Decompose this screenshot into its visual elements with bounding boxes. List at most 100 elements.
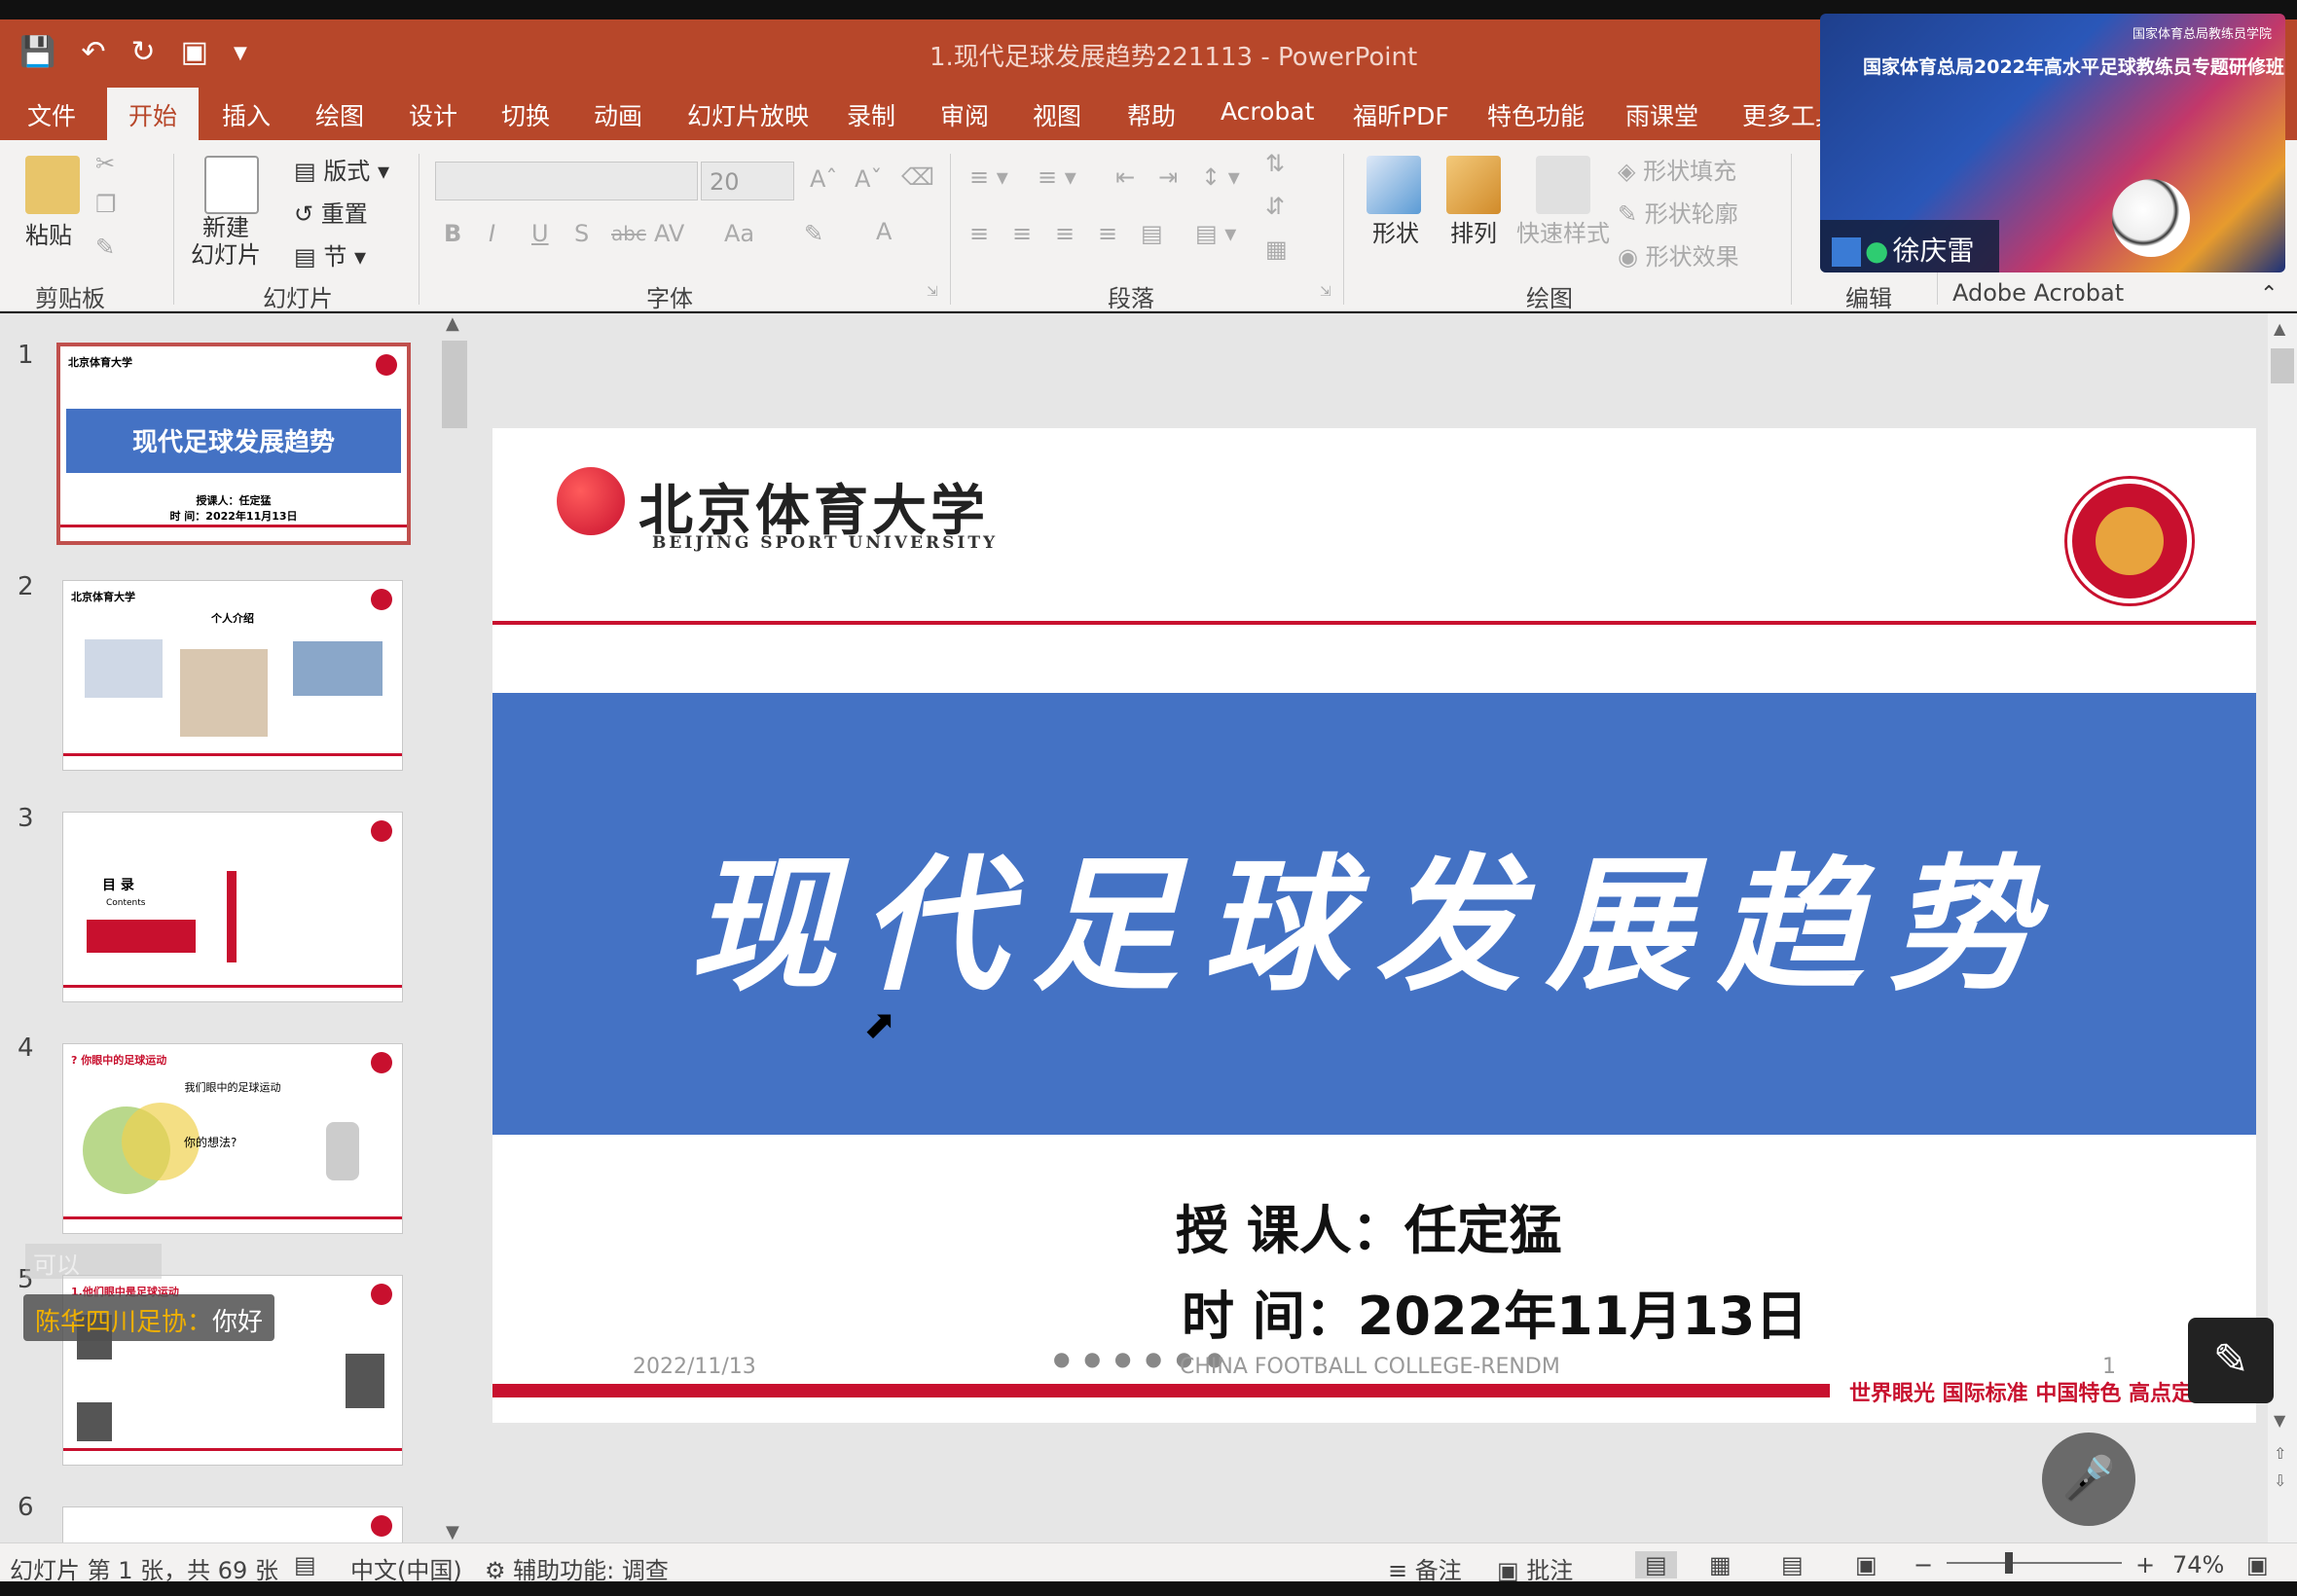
new-slide-icon[interactable]	[204, 156, 259, 214]
scroll-up-icon[interactable]: ▲	[446, 313, 459, 334]
reading-view-icon[interactable]: ▤	[1781, 1551, 1804, 1578]
shape-effects-button[interactable]: ◉ 形状效果	[1618, 237, 1739, 272]
menu-view[interactable]: 视图	[1033, 97, 1081, 132]
zoom-slider-knob[interactable]	[2005, 1552, 2013, 1574]
menu-file[interactable]: 文件	[27, 97, 76, 132]
strikethrough-button[interactable]: abc	[611, 222, 646, 245]
thumbnail-scrollbar[interactable]: ▲ ▼	[438, 313, 471, 1542]
spellcheck-icon[interactable]: ▤	[294, 1551, 316, 1578]
menu-features[interactable]: 特色功能	[1487, 97, 1585, 132]
paste-icon[interactable]	[25, 156, 80, 214]
align-text-icon[interactable]: ⇵	[1265, 193, 1285, 220]
present-icon[interactable]: ▣	[181, 35, 208, 69]
language-indicator[interactable]: 中文(中国)	[350, 1551, 462, 1585]
comments-button[interactable]: ▣ 批注	[1497, 1551, 1573, 1585]
shape-outline-button[interactable]: ✎ 形状轮廓	[1618, 195, 1738, 229]
dialog-launcher-icon[interactable]: ⇲	[1320, 284, 1331, 300]
collapse-ribbon-icon[interactable]: ⌃	[2260, 282, 2278, 307]
dialog-launcher-icon[interactable]: ⇲	[927, 284, 938, 300]
new-slide-button[interactable]: 新建 幻灯片	[191, 214, 261, 269]
increase-indent-icon[interactable]: ⇥	[1158, 163, 1178, 191]
align-center-icon[interactable]: ≡	[1012, 220, 1032, 247]
text-direction-icon[interactable]: ⇅	[1265, 150, 1285, 177]
format-painter-icon[interactable]: ✎	[95, 234, 115, 261]
menu-home[interactable]: 开始	[107, 88, 200, 140]
redo-icon[interactable]: ↻	[131, 35, 156, 69]
font-size-select[interactable]: 20	[701, 162, 794, 200]
line-spacing-icon[interactable]: ↕ ▾	[1201, 163, 1240, 191]
clear-format-icon[interactable]: ⌫	[901, 163, 934, 191]
quick-styles-button[interactable]: 快速样式	[1516, 214, 1610, 248]
highlight-icon[interactable]: ✎	[804, 220, 823, 247]
menu-transitions[interactable]: 切换	[501, 97, 550, 132]
zoom-slider-track[interactable]	[1947, 1562, 2122, 1564]
zoom-out-icon[interactable]: −	[1914, 1551, 1933, 1578]
video-overlay[interactable]: 国家体育总局教练员学院 国家体育总局2022年高水平足球教练员专题研修班 ● 徐庆…	[1820, 14, 2285, 272]
numbering-icon[interactable]: ≡ ▾	[1038, 163, 1076, 191]
slide-thumbnail-4[interactable]: ? 你眼中的足球运动 我们眼中的足球运动 你的想法?	[62, 1043, 403, 1234]
shapes-icon[interactable]	[1367, 156, 1421, 214]
paste-button[interactable]: 粘贴	[25, 216, 72, 250]
scrollbar-thumb[interactable]	[2271, 348, 2294, 383]
bold-button[interactable]: B	[444, 220, 461, 247]
menu-rain-classroom[interactable]: 雨课堂	[1625, 97, 1698, 132]
menu-acrobat[interactable]: Acrobat	[1221, 97, 1314, 126]
current-slide[interactable]: 北京体育大学 BEIJING SPORT UNIVERSITY 现代足球发展趋势…	[492, 428, 2256, 1423]
next-slide-icon[interactable]: ⇩	[2274, 1471, 2286, 1490]
zoom-level[interactable]: 74%	[2172, 1551, 2224, 1578]
menu-foxit-pdf[interactable]: 福昕PDF	[1353, 97, 1449, 132]
distribute-icon[interactable]: ▤	[1141, 220, 1163, 247]
scroll-up-icon[interactable]: ▲	[2274, 319, 2285, 338]
slide-thumbnail-1[interactable]: 北京体育大学 现代足球发展趋势 授课人：任定猛 时 间：2022年11月13日	[56, 343, 411, 545]
underline-button[interactable]: U	[531, 220, 549, 247]
shapes-button[interactable]: 形状	[1372, 214, 1419, 248]
quick-styles-icon[interactable]	[1536, 156, 1590, 214]
decrease-indent-icon[interactable]: ⇤	[1115, 163, 1135, 191]
customize-icon[interactable]: ▼	[234, 35, 247, 69]
copy-icon[interactable]: ❐	[95, 191, 117, 218]
menu-help[interactable]: 帮助	[1127, 97, 1176, 132]
section-button[interactable]: ▤ 节 ▾	[294, 237, 366, 272]
menu-slideshow[interactable]: 幻灯片放映	[687, 97, 809, 132]
grow-font-icon[interactable]: Aˆ	[810, 165, 837, 193]
scroll-down-icon[interactable]: ▼	[446, 1522, 459, 1542]
scrollbar-thumb[interactable]	[442, 341, 467, 428]
slide-sorter-icon[interactable]: ▦	[1709, 1551, 1732, 1578]
arrange-button[interactable]: 排列	[1450, 214, 1497, 248]
smartart-icon[interactable]: ▦	[1265, 236, 1288, 263]
font-family-select[interactable]	[435, 162, 698, 200]
scroll-down-icon[interactable]: ▼	[2274, 1411, 2285, 1430]
annotate-button[interactable]: ✎	[2188, 1318, 2274, 1403]
shadow-button[interactable]: S	[574, 220, 589, 247]
normal-view-icon[interactable]: ▤	[1635, 1551, 1677, 1578]
menu-review[interactable]: 审阅	[940, 97, 989, 132]
undo-icon[interactable]: ↶	[81, 35, 105, 69]
prev-slide-icon[interactable]: ⇧	[2274, 1444, 2286, 1463]
save-icon[interactable]: 💾	[19, 35, 55, 69]
shape-fill-button[interactable]: ◈ 形状填充	[1618, 152, 1736, 186]
cut-icon[interactable]: ✂	[95, 150, 115, 177]
menu-animations[interactable]: 动画	[594, 97, 642, 132]
font-color-button[interactable]: A	[876, 218, 892, 245]
align-left-icon[interactable]: ≡	[969, 220, 989, 247]
menu-draw[interactable]: 绘图	[315, 97, 364, 132]
slide-thumbnail-6[interactable]	[62, 1506, 403, 1545]
zoom-in-icon[interactable]: +	[2135, 1551, 2155, 1578]
char-spacing-button[interactable]: AV	[654, 220, 684, 247]
bullets-icon[interactable]: ≡ ▾	[969, 163, 1008, 191]
mute-button[interactable]: 🎤	[2042, 1433, 2135, 1526]
slide-thumbnail-3[interactable]: 目 录 Contents	[62, 812, 403, 1002]
reset-button[interactable]: ↺ 重置	[294, 195, 368, 229]
shrink-font-icon[interactable]: Aˇ	[855, 165, 882, 193]
columns-icon[interactable]: ▤ ▾	[1195, 220, 1236, 247]
slideshow-view-icon[interactable]: ▣	[1855, 1551, 1878, 1578]
fit-to-window-icon[interactable]: ▣	[2246, 1551, 2269, 1578]
menu-design[interactable]: 设计	[409, 97, 457, 132]
layout-button[interactable]: ▤ 版式 ▾	[294, 152, 389, 186]
accessibility-status[interactable]: ⚙ 辅助功能: 调查	[485, 1551, 669, 1585]
notes-button[interactable]: ≡ 备注	[1388, 1551, 1462, 1585]
menu-record[interactable]: 录制	[847, 97, 895, 132]
align-right-icon[interactable]: ≡	[1055, 220, 1075, 247]
menu-insert[interactable]: 插入	[222, 97, 271, 132]
italic-button[interactable]: I	[489, 220, 495, 247]
